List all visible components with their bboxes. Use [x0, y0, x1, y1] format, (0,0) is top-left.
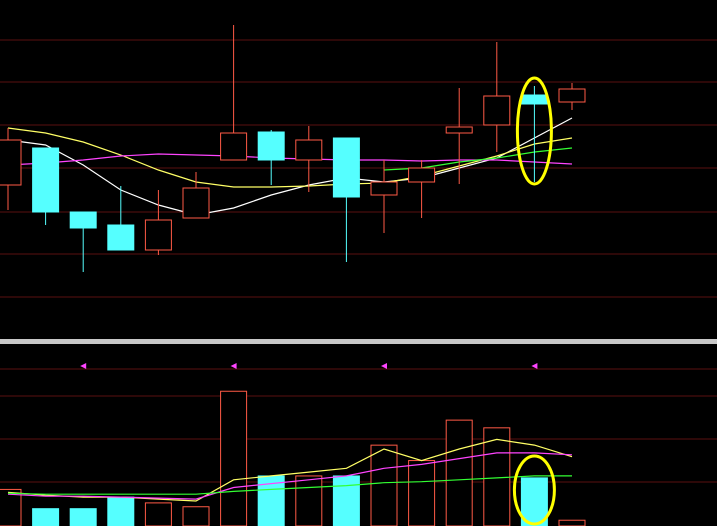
candle-body: [182, 187, 210, 219]
candle-body: [445, 126, 473, 134]
volume-bar: [558, 519, 586, 526]
candle-body: [32, 147, 60, 213]
candlestick-volume-chart: [0, 25, 717, 526]
candle-body: [69, 211, 97, 229]
candle-body: [107, 224, 135, 251]
volume-marker-triangle: [531, 363, 538, 369]
volume-bar: [144, 502, 172, 526]
candle-body: [332, 137, 360, 198]
price-ma-line-0: [7, 117, 573, 216]
volume-bar: [445, 419, 473, 526]
volume-bar: [370, 444, 398, 526]
price-ma-line-1: [7, 127, 573, 188]
volume-bar: [408, 460, 436, 526]
candle-body: [483, 95, 511, 126]
price-ma-line-3: [383, 147, 573, 171]
volume-marker-triangle: [80, 363, 87, 369]
volume-bar: [332, 475, 360, 526]
panel-divider: [0, 339, 717, 344]
candle-body: [0, 139, 22, 186]
candle-body: [408, 167, 436, 183]
volume-bar: [107, 496, 135, 526]
stock-chart: [0, 0, 717, 526]
volume-marker-triangle: [381, 363, 387, 369]
candle-body: [558, 88, 586, 103]
candle-body: [520, 94, 548, 105]
candle-body: [295, 139, 323, 161]
volume-bar: [295, 475, 323, 526]
candle-body: [144, 219, 172, 251]
volume-bar: [32, 508, 60, 526]
volume-bar: [182, 506, 210, 526]
candle-body: [220, 132, 248, 161]
volume-bar: [220, 390, 248, 526]
volume-bar: [69, 508, 97, 526]
candle-body: [257, 131, 285, 161]
candle-body: [370, 181, 398, 196]
volume-marker-triangle: [230, 363, 237, 369]
